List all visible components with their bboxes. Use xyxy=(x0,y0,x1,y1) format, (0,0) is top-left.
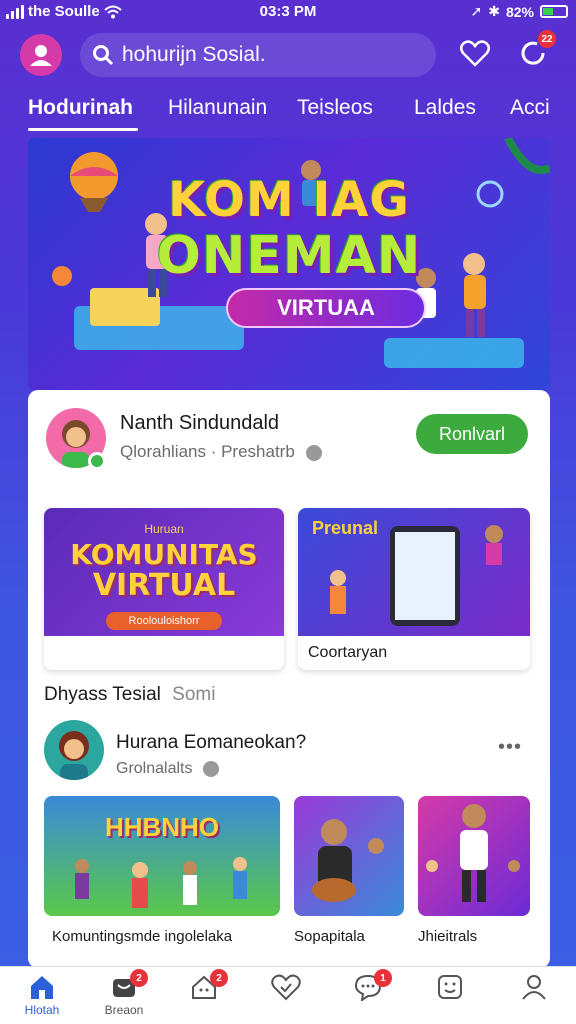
nav-profile[interactable] xyxy=(504,973,564,1023)
content-card: Nanth Sindundald Qlorahlians · Preshatrb… xyxy=(28,390,550,968)
dancer-illustration xyxy=(426,804,520,902)
featured-card-preunal[interactable]: Preunal Coortaryan xyxy=(298,508,530,670)
nav-home[interactable]: Hlotah xyxy=(12,973,72,1023)
status-bar: the Soulle 03:3 PM ➚ ✱ 82% xyxy=(0,0,576,26)
featured-title-big2: VIRTUAL xyxy=(92,568,236,603)
thumbnail-music[interactable] xyxy=(294,796,404,916)
post-subtitle: Grolnalalts xyxy=(116,760,219,778)
bottom-navigation: Hlotah 2 Breaon 2 1 xyxy=(0,966,576,1024)
location-icon: ➚ xyxy=(470,3,483,19)
post-author-avatar[interactable] xyxy=(44,720,104,780)
featured-image: Preunal xyxy=(298,508,530,636)
thumbnail-community[interactable]: HHBNHO xyxy=(44,796,280,916)
notification-badge: 22 xyxy=(538,30,556,48)
thumbnail-caption: Sopapitala xyxy=(294,928,365,945)
more-options-icon[interactable]: ••• xyxy=(498,736,522,759)
user-icon xyxy=(30,45,52,66)
post-title[interactable]: Hurana Eomaneokan? xyxy=(116,732,306,754)
notifications-button[interactable]: 22 xyxy=(516,30,556,70)
featured-title-big1: KOMUNITAS xyxy=(70,538,258,571)
profile-subtitle-text: Qlorahlians · Preshatrb xyxy=(120,442,295,461)
battery-icon xyxy=(540,5,568,18)
nav-messages-badge: 1 xyxy=(374,969,392,987)
nav-favorites[interactable] xyxy=(256,973,316,1023)
section-title-suffix: Somi xyxy=(172,684,216,705)
profile-name[interactable]: Nanth Sindundald xyxy=(120,412,279,435)
nav-home-label: Hlotah xyxy=(24,1003,60,1017)
thumbnail-caption: Komuntingsmde ingolelaka xyxy=(52,928,233,945)
heart-icon xyxy=(460,40,490,67)
nav-store[interactable]: 2 Breaon xyxy=(94,969,154,1023)
heart-check-icon xyxy=(271,974,301,1001)
post-subtitle-text: Grolnalalts xyxy=(116,760,193,777)
online-status-icon xyxy=(88,452,106,470)
favorites-button[interactable] xyxy=(458,36,492,70)
category-tabs: Hodurinah Hilanunain Teisleos Laldes Acc… xyxy=(0,92,576,132)
search-input[interactable] xyxy=(122,43,422,67)
section-title: Dhyass Tesial Somi xyxy=(44,684,215,706)
thumbnail-caption: Jhieitrals xyxy=(418,928,478,945)
smile-icon xyxy=(438,975,462,999)
search-icon xyxy=(93,45,114,66)
hero-pill-label: VIRTUAA xyxy=(226,288,426,328)
nav-activity-badge: 2 xyxy=(210,969,228,987)
featured-button[interactable]: Roolouloishorr xyxy=(106,612,222,630)
thumbnail-dance[interactable] xyxy=(418,796,530,916)
profile-subtitle: Qlorahlians · Preshatrb xyxy=(120,442,322,462)
bluetooth-icon: ✱ xyxy=(488,3,500,19)
active-tab-indicator xyxy=(28,128,138,131)
hero-banner[interactable]: KOM IAG ONEMAN VIRTUAA xyxy=(28,138,550,390)
featured-card-komunitas[interactable]: Huruan KOMUNITAS VIRTUAL Roolouloishorr xyxy=(44,508,284,670)
user-avatar-button[interactable] xyxy=(20,34,62,76)
tab-hilanunain[interactable]: Hilanunain xyxy=(168,96,267,120)
nav-activity[interactable]: 2 xyxy=(174,969,234,1023)
crowd-illustration xyxy=(75,857,247,908)
hero-title-line2: ONEMAN xyxy=(156,226,422,286)
featured-caption: Coortaryan xyxy=(308,644,388,661)
nav-store-label: Breaon xyxy=(104,1003,144,1017)
tab-acci[interactable]: Acci xyxy=(510,96,550,120)
tab-laldes[interactable]: Laldes xyxy=(414,96,476,120)
tab-hodurinah[interactable]: Hodurinah xyxy=(28,96,133,120)
search-bar[interactable] xyxy=(80,33,436,77)
follow-button[interactable]: Ronlvarl xyxy=(416,414,528,454)
guitarist-illustration xyxy=(312,819,384,902)
battery-percent: 82% xyxy=(505,3,534,20)
nav-stickers[interactable] xyxy=(420,973,480,1023)
section-title-text: Dhyass Tesial xyxy=(44,684,161,705)
tab-teisleos[interactable]: Teisleos xyxy=(297,96,373,120)
globe-icon xyxy=(202,760,219,777)
hero-title-line1: KOM IAG xyxy=(168,172,410,228)
featured-title-small: Huruan xyxy=(144,522,184,536)
phone-illustration xyxy=(330,525,503,626)
post-author-face-icon xyxy=(59,731,89,780)
nav-store-badge: 2 xyxy=(130,969,148,987)
featured-image: Huruan KOMUNITAS VIRTUAL Roolouloishorr xyxy=(44,508,284,636)
home-icon xyxy=(31,976,53,999)
profile-icon xyxy=(522,975,546,1000)
globe-icon xyxy=(305,444,322,461)
nav-messages[interactable]: 1 xyxy=(338,969,398,1023)
status-right: ➚ ✱ 82% xyxy=(470,3,568,20)
